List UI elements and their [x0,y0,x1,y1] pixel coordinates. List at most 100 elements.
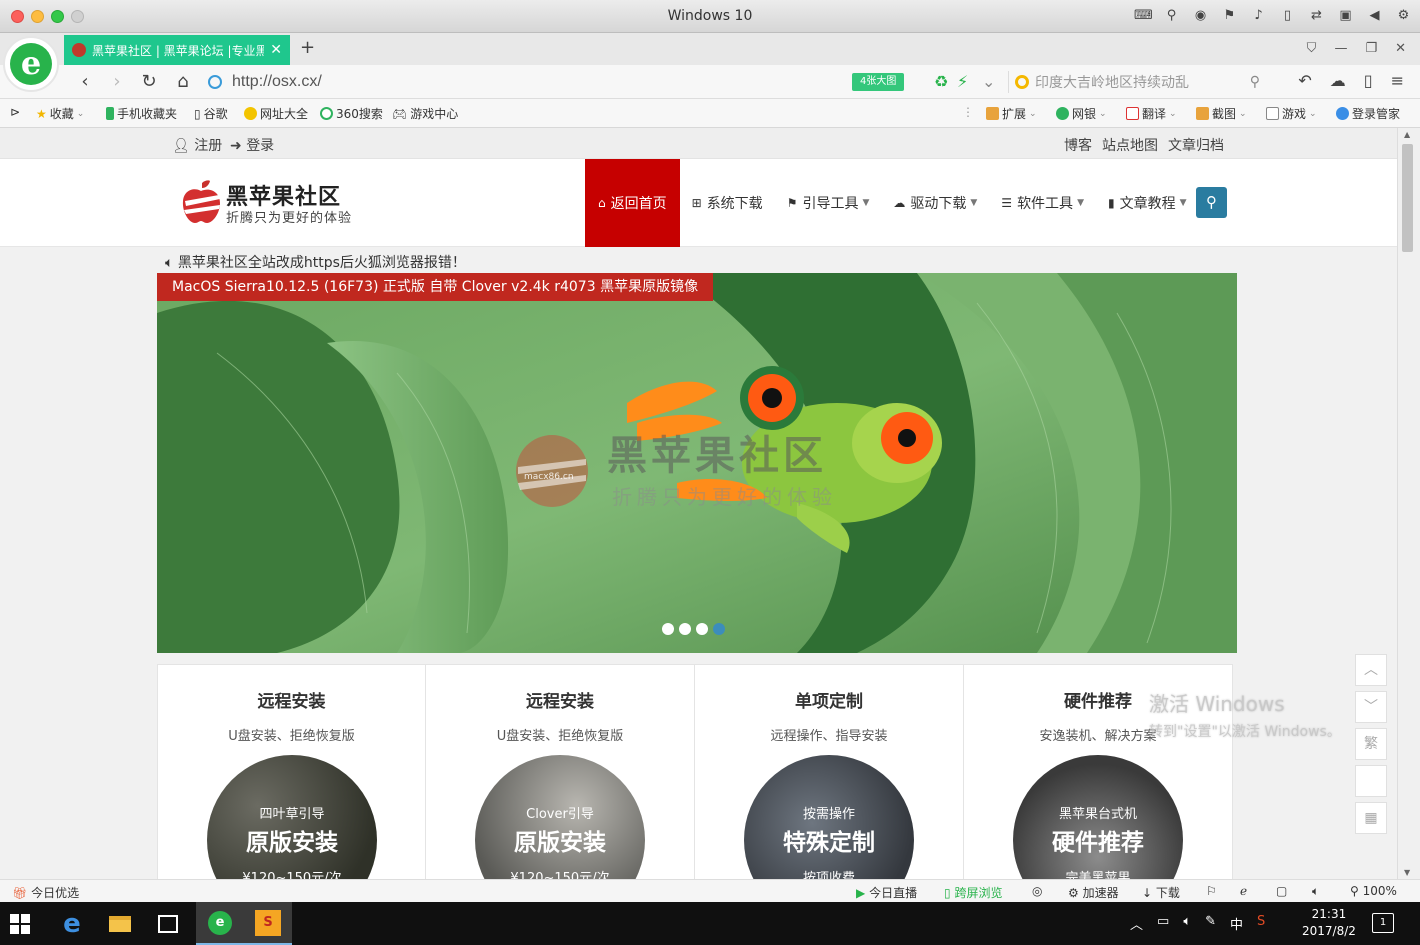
tab-heipingguo[interactable]: 黑苹果社区 | 黑苹果论坛 |专业黑苹果 ✕ [64,35,290,65]
toolbar-bank[interactable]: 网银 ⌄ [1056,105,1107,122]
site-info-icon[interactable] [208,75,222,89]
audio-icon[interactable]: ♪ [1250,7,1267,24]
blank-tool-button[interactable] [1355,765,1387,797]
address-bar[interactable]: http://osx.cx/ [208,71,828,93]
file-explorer-icon[interactable] [96,902,144,945]
bookmark-mobile[interactable]: 手机收藏夹 [106,105,177,122]
archive-link[interactable]: 文章归档 [1168,135,1224,155]
card-circle[interactable]: 黑苹果台式机 硬件推荐 完美黑苹果 [1013,755,1183,879]
window-icon[interactable]: ▢ [1276,884,1287,898]
today-live[interactable]: ▶ 今日直播 [856,884,917,901]
tray-chevron-icon[interactable]: ︿ [1130,914,1143,933]
sogou-tray-icon[interactable]: S [1257,914,1265,933]
gear-icon[interactable]: ⚙ [1395,7,1412,24]
bookmark-nav[interactable]: 网址大全 [244,105,308,122]
new-tab-button[interactable]: + [300,37,315,58]
search-engine-icon[interactable] [1015,75,1029,89]
slide-dot-3[interactable] [696,623,708,635]
scroll-bottom-icon[interactable]: ﹀ [1355,691,1387,723]
hd-images-badge[interactable]: 4张大图 [852,73,905,91]
toolbar-translate[interactable]: 翻译 ⌄ [1126,105,1177,122]
service-card[interactable]: 远程安装 U盘安装、拒绝恢复版 Clover引导 原版安装 ¥120~150元/… [426,664,695,879]
home-icon[interactable]: ⌂ [172,71,194,93]
ie-icon[interactable]: ℯ [1240,884,1247,898]
toolbar-capture[interactable]: 截图 ⌄ [1196,105,1247,122]
dropdown-chevron-icon[interactable]: ⌄ [982,72,995,91]
close-tab-icon[interactable]: ✕ [270,42,282,58]
accelerator[interactable]: ⚙ 加速器 [1068,884,1119,901]
forward-icon[interactable]: › [106,71,128,93]
bookmark-360search[interactable]: 360搜索 [320,105,383,122]
slide-dot-4[interactable] [713,623,725,635]
zoom-level[interactable]: ⚲ 100% [1350,884,1397,898]
close-icon[interactable]: ✕ [1395,41,1406,56]
menu-icon[interactable]: ≡ [1391,71,1404,90]
action-center-icon[interactable]: 1 [1372,913,1394,933]
pen-icon[interactable]: ✎ [1205,914,1216,933]
menu-home[interactable]: ⌂ 返回首页 [585,159,680,247]
taskbar-clock[interactable]: 21:31 2017/8/2 [1302,906,1356,940]
card-circle[interactable]: 四叶草引导 原版安装 ¥120~150元/次 [207,755,377,879]
menu-software-tools[interactable]: ☰ 软件工具 ▼ [989,159,1096,247]
360-browser-logo[interactable]: e [3,36,59,92]
sidebar-toggle-icon[interactable]: ⊳ [10,105,20,119]
restore-icon[interactable]: ❐ [1365,41,1377,56]
apple-logo-icon[interactable] [180,179,222,225]
today-picks[interactable]: 🎁︎ 今日优选 [12,884,79,901]
volume-icon[interactable]: 🔈︎ [1183,914,1191,933]
cloud-icon[interactable]: ☁ [1330,71,1346,90]
usb-icon[interactable]: ⚲ [1163,7,1180,24]
lightning-icon[interactable]: ⚡ [957,72,968,91]
url-text[interactable]: http://osx.cx/ [232,73,322,91]
sogou-input-icon[interactable]: S [244,902,292,945]
network-icon[interactable]: ⚑ [1221,7,1238,24]
store-icon[interactable] [144,902,192,945]
scroll-up-arrow-icon[interactable]: ▲ [1404,130,1410,139]
minimize-icon[interactable]: — [1334,41,1347,56]
mobile-icon[interactable]: ▯ [1364,71,1373,90]
circle-tool-icon[interactable]: ◎ [1032,884,1042,898]
bookmark-games[interactable]: 🎮︎ 游戏中心 [392,105,458,122]
cross-screen[interactable]: ▯ 跨屏浏览 [944,884,1002,901]
flag-icon[interactable]: ⚐ [1206,884,1217,898]
menu-boot-tools[interactable]: ⚑ 引导工具 ▼ [775,159,882,247]
card-circle[interactable]: Clover引导 原版安装 ¥120~150元/次 [475,755,645,879]
menu-driver-download[interactable]: ☁ 驱动下载 ▼ [881,159,989,247]
undo-icon[interactable]: ↶ [1298,71,1311,90]
volume-icon[interactable]: 🔈︎ [1312,884,1319,899]
search-box[interactable]: 印度大吉岭地区持续动乱 ⚲ [1008,71,1260,93]
back-icon[interactable]: ‹ [74,71,96,93]
slide-dot-1[interactable] [662,623,674,635]
back-arrow-icon[interactable]: ◀ [1366,7,1383,24]
register-link[interactable]: 👤︎ 注册 [172,135,222,155]
site-search-button[interactable]: ⚲ [1196,187,1227,218]
ime-indicator[interactable]: 中 [1230,914,1243,933]
slider-caption[interactable]: MacOS Sierra10.12.5 (16F73) 正式版 自带 Clove… [157,273,714,301]
service-card[interactable]: 单项定制 远程操作、指导安装 按需操作 特殊定制 按项收费 [695,664,964,879]
menu-system-download[interactable]: ⊞ 系统下载 [680,159,775,247]
page-scrollbar[interactable]: ▲ ▼ [1397,128,1420,879]
toolbar-login[interactable]: 登录管家 [1336,105,1400,122]
more-dots-icon[interactable]: ⋮ [962,105,974,119]
device-icon[interactable]: ▯ [1279,7,1296,24]
network-icon[interactable]: ▭ [1157,914,1169,933]
blog-link[interactable]: 博客 [1064,135,1092,155]
toolbar-extensions[interactable]: 扩展 ⌄ [986,105,1037,122]
keyboard-icon[interactable]: ⌨ [1134,7,1153,24]
qrcode-icon[interactable]: ▦ [1355,802,1387,834]
card-circle[interactable]: 按需操作 特殊定制 按项收费 [744,755,914,879]
scroll-thumb[interactable] [1402,144,1413,252]
search-icon[interactable]: ⚲ [1250,74,1260,90]
scroll-top-icon[interactable]: ︿ [1355,654,1387,686]
cd-icon[interactable]: ◉ [1192,7,1209,24]
downloads[interactable]: ↓ 下载 [1142,884,1180,901]
windows-start-button[interactable] [10,914,30,934]
announcement[interactable]: 🔈︎ 黑苹果社区全站改成https后火狐浏览器报错！ [165,252,466,272]
search-input[interactable]: 印度大吉岭地区持续动乱 [1035,72,1250,92]
service-card[interactable]: 远程安装 U盘安装、拒绝恢复版 四叶草引导 原版安装 ¥120~150元/次 [157,664,426,879]
bookmark-google[interactable]: ▯ 谷歌 [194,105,228,122]
recycle-icon[interactable]: ♻ [934,72,948,91]
menu-tutorials[interactable]: ▮ 文章教程 ▼ [1096,159,1199,247]
toolbar-games[interactable]: 游戏 ⌄ [1266,105,1317,122]
display-icon[interactable]: ▣ [1337,7,1354,24]
